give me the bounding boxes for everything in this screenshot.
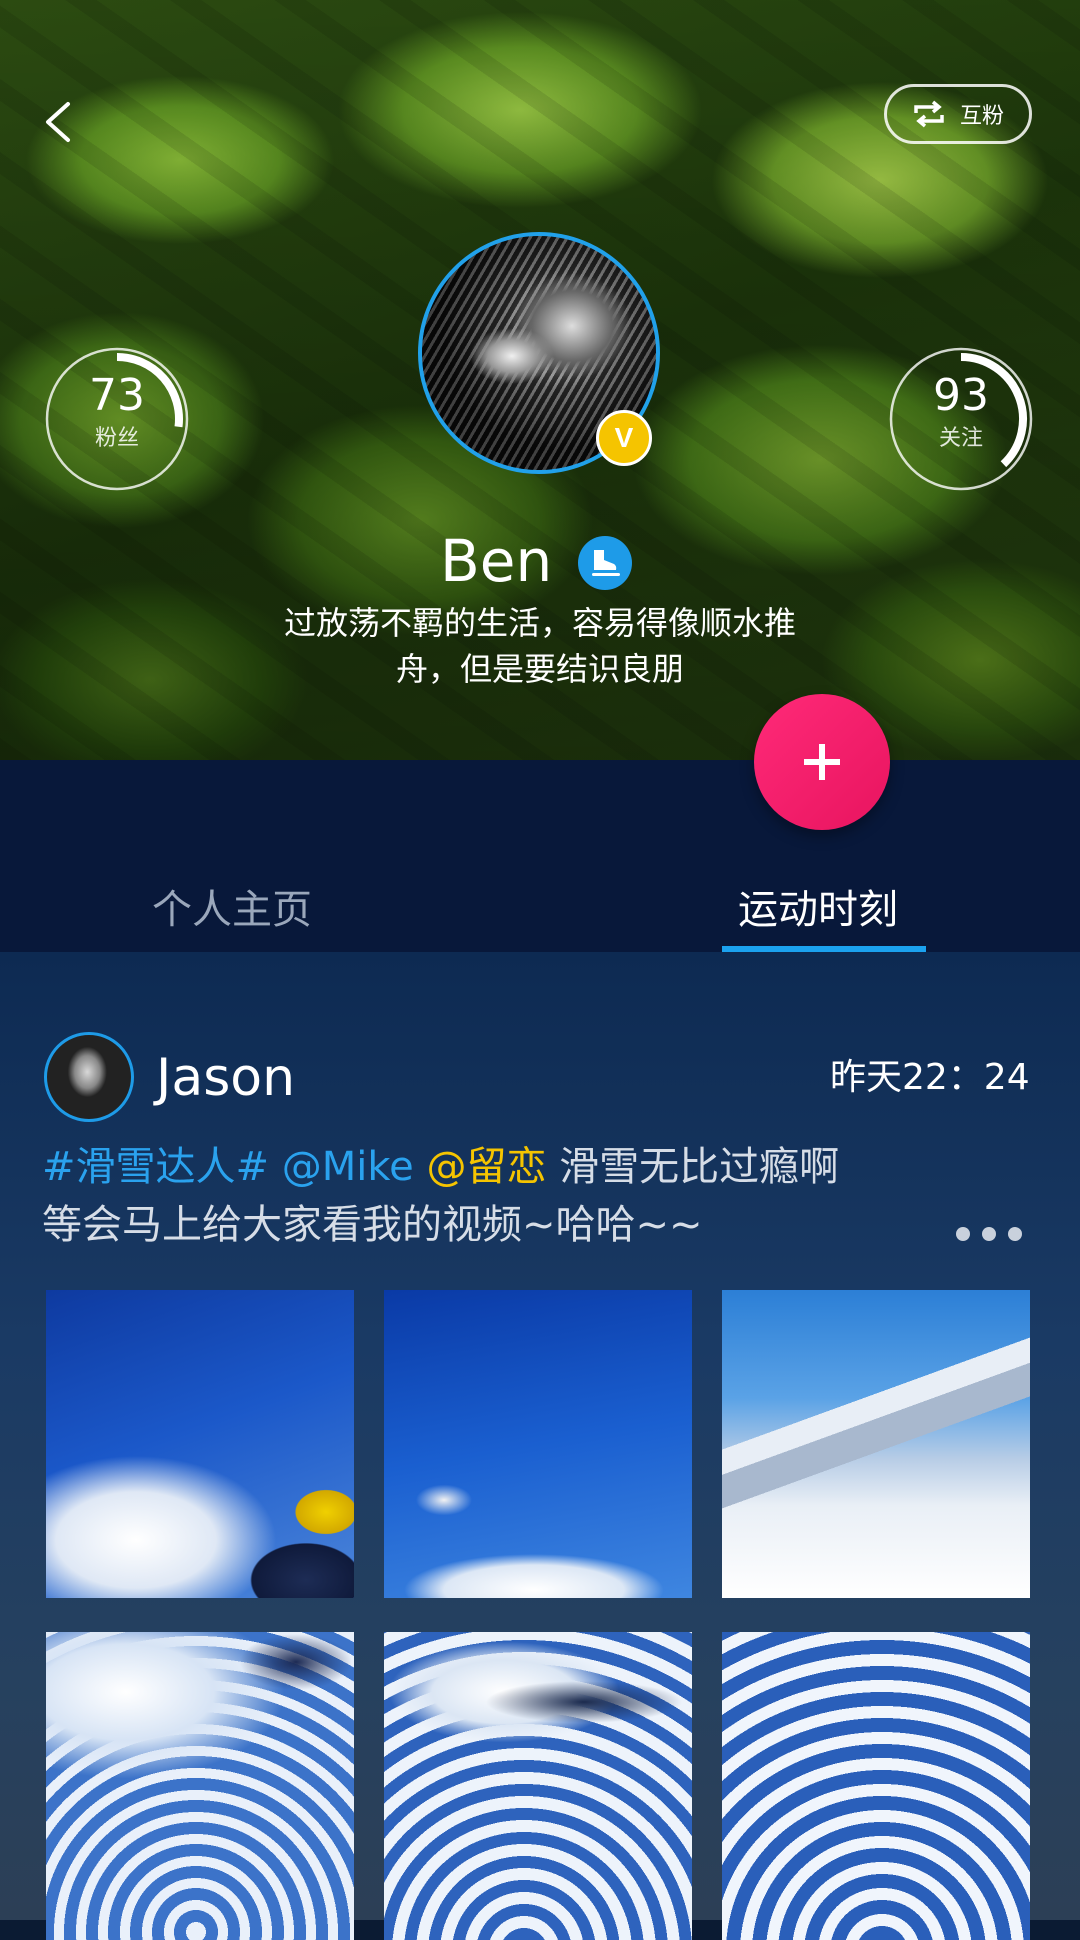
post-author-avatar[interactable] [44,1032,134,1122]
ski-photo-1[interactable] [46,1290,354,1598]
post-topic-tag[interactable]: #滑雪达人# [42,1144,269,1190]
add-button[interactable] [754,694,890,830]
following-count: 93 [933,370,989,421]
mutual-follow-button[interactable]: 互粉 [884,84,1032,144]
back-button[interactable] [34,92,84,152]
ski-photo-2[interactable] [384,1290,692,1598]
tab-sport-moments[interactable]: 运动时刻 [738,880,898,940]
tab-personal-home[interactable]: 个人主页 [152,880,312,940]
ski-photo-5[interactable] [384,1632,692,1940]
profile-username: Ben [440,527,553,595]
plus-icon [804,744,840,780]
more-dots-icon[interactable] [956,1220,1034,1248]
ski-photo-6[interactable] [722,1632,1030,1940]
post-mention-liulian[interactable]: @留恋 [426,1144,546,1190]
fans-label: 粉丝 [94,426,139,451]
mutual-follow-label: 互粉 [959,104,1004,129]
following-label: 关注 [938,426,983,451]
post-timestamp: 昨天22：24 [830,1057,1030,1098]
profile-bio: 过放荡不羁的生活，容易得像顺水推舟，但是要结识良朋 [283,604,796,688]
chevron-left-icon [46,102,70,142]
post-author-name[interactable]: Jason [156,1046,295,1110]
sport-badge [578,536,632,590]
profile-header: 互粉 73 粉丝 V 93 关注 Ben 过放荡不羁的生活，容易得像顺水推舟，但… [0,0,1080,760]
ski-photo-3[interactable] [722,1290,1030,1598]
tab-bar: 个人主页 运动时刻 [0,760,1080,952]
following-stat[interactable]: 93 关注 [888,346,1034,492]
fans-stat[interactable]: 73 粉丝 [44,346,190,492]
ice-skate-icon [592,550,620,576]
post-mention-mike[interactable]: @Mike [282,1144,414,1190]
ski-photo-4[interactable] [46,1632,354,1940]
fans-count: 73 [89,370,145,421]
repeat-icon [914,100,944,128]
post-content: #滑雪达人# @Mike @留恋 滑雪无比过瘾啊等会马上给大家看我的视频~哈哈~… [42,1138,842,1254]
vip-badge: V [596,410,652,466]
